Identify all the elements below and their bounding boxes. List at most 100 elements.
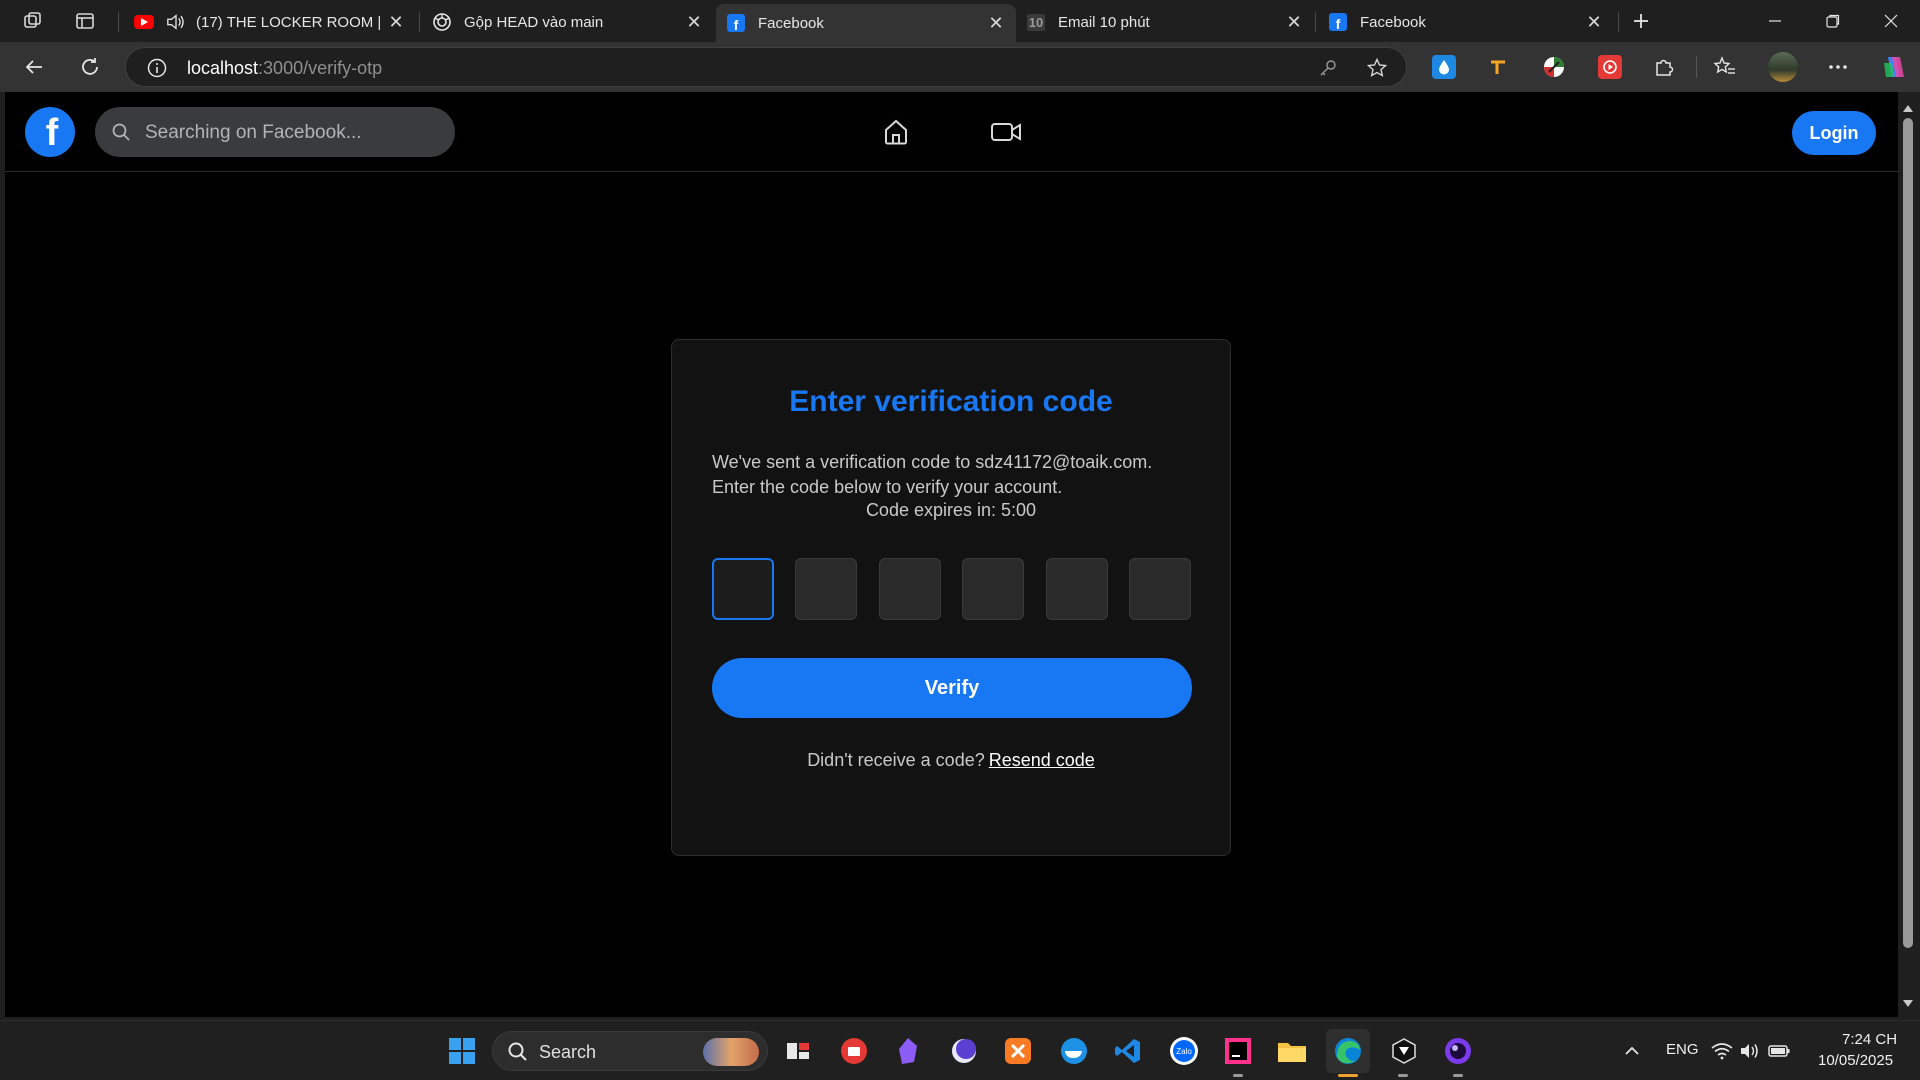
url-text: localhost:3000/verify-otp [187,58,382,79]
volume-icon[interactable] [1738,1033,1762,1069]
extensions-puzzle-icon[interactable] [1652,55,1676,79]
terminal-app-icon[interactable] [1386,1033,1422,1069]
search-icon [111,122,131,142]
close-tab-icon[interactable]: ✕ [986,13,1006,33]
water-drop-extension-icon[interactable] [1432,55,1456,79]
tab-title: Gộp HEAD vào main [464,13,604,31]
favorite-star-icon[interactable] [1366,57,1388,84]
otp-digit-1[interactable] [712,558,774,620]
scrollbar-thumb[interactable] [1903,118,1913,948]
clock-date[interactable]: 10/05/2025 [1818,1052,1893,1069]
svg-text:Zalo: Zalo [1176,1047,1192,1056]
video-icon[interactable] [988,114,1024,150]
password-key-icon[interactable] [1318,58,1338,83]
toolbar-divider [1696,56,1697,78]
tab-separator [1315,12,1316,32]
taskbar-search-label: Search [539,1042,597,1062]
tab-youtube[interactable]: (17) THE LOCKER ROOM | KH ✕ [124,4,416,40]
facebook-header: f Searching on Facebook... Login [5,92,1898,172]
resend-prompt: Didn't receive a code? [807,750,985,770]
taskbar-search-box[interactable]: Search [492,1031,768,1071]
page-viewport: f Searching on Facebook... Login Enter v… [5,92,1898,1017]
close-window-button[interactable] [1862,0,1920,42]
t-extension-icon[interactable] [1486,55,1510,79]
search-icon [507,1041,529,1068]
verification-title: Enter verification code [789,385,1113,418]
facebook-icon: f [1328,12,1348,32]
scroll-up-arrow[interactable] [1902,100,1914,112]
purple-orb-icon[interactable] [1440,1033,1476,1069]
otp-digit-2[interactable] [795,558,857,620]
copilot-icon[interactable] [1880,53,1908,81]
edge-browser-icon[interactable] [1326,1029,1370,1073]
tab-title: Facebook [758,14,824,32]
active-indicator [1338,1074,1358,1077]
refresh-button[interactable] [74,51,106,83]
back-button[interactable] [18,51,50,83]
show-hidden-icons-chevron[interactable] [1614,1033,1650,1069]
tab-facebook-active[interactable]: f Facebook ✕ [716,4,1016,42]
vscode-icon[interactable] [1110,1033,1146,1069]
app-red-icon[interactable] [836,1033,872,1069]
10-icon: 10 [1026,12,1046,32]
new-tab-button[interactable] [1624,6,1658,36]
file-explorer-icon[interactable] [1274,1033,1310,1069]
otp-digit-5[interactable] [1046,558,1108,620]
battery-icon[interactable] [1766,1033,1792,1069]
resend-code-link[interactable]: Resend code [989,750,1095,770]
url-path: :3000/verify-otp [258,58,383,78]
eclipse-app-icon[interactable] [946,1033,982,1069]
tab-title: (17) THE LOCKER ROOM | KH [196,13,386,31]
more-options-icon[interactable] [1826,55,1850,79]
tab-actions-icon[interactable] [68,6,102,36]
palette-extension-icon[interactable] [1542,55,1566,79]
scroll-down-arrow[interactable] [1902,996,1914,1007]
site-info-icon[interactable] [146,57,168,84]
search-placeholder: Searching on Facebook... [145,122,362,143]
close-tab-icon[interactable]: ✕ [684,12,704,32]
login-button[interactable]: Login [1792,111,1876,155]
otp-digit-6[interactable] [1129,558,1191,620]
home-icon[interactable] [878,114,914,150]
windows-start-icon[interactable] [444,1033,480,1069]
tab-separator [419,12,420,32]
verification-card: Enter verification code We've sent a ver… [671,339,1231,856]
restore-button[interactable] [1804,0,1862,42]
speaker-icon[interactable] [166,12,186,32]
running-indicator [1398,1074,1408,1077]
video-extension-icon[interactable] [1598,55,1622,79]
zalo-icon[interactable]: Zalo [1166,1033,1202,1069]
facebook-search-input[interactable]: Searching on Facebook... [95,107,455,157]
otp-digit-4[interactable] [962,558,1024,620]
wifi-icon[interactable] [1710,1033,1734,1069]
close-tab-icon[interactable]: ✕ [1584,12,1604,32]
facebook-logo[interactable]: f [25,107,75,157]
favorites-icon[interactable] [1713,55,1737,79]
address-bar[interactable]: localhost:3000/verify-otp [125,47,1407,87]
tab-email-10-phut[interactable]: 10 Email 10 phút ✕ [1016,4,1314,40]
docker-icon[interactable] [1056,1033,1092,1069]
intellij-icon[interactable] [1220,1033,1256,1069]
minimize-button[interactable] [1746,0,1804,42]
task-view-icon[interactable] [780,1033,816,1069]
verify-button[interactable]: Verify [712,658,1192,718]
tab-title: Facebook [1360,13,1426,31]
openai-icon [432,12,452,32]
tab-facebook[interactable]: f Facebook ✕ [1318,4,1614,40]
close-tab-icon[interactable]: ✕ [1284,12,1304,32]
tab-separator [1618,12,1619,32]
workspaces-icon[interactable] [16,6,50,36]
tab-chatgpt[interactable]: Gộp HEAD vào main ✕ [422,4,714,40]
otp-digit-3[interactable] [879,558,941,620]
browser-tab-strip: (17) THE LOCKER ROOM | KH ✕ Gộp HEAD vào… [0,0,1920,42]
obsidian-icon[interactable] [890,1033,926,1069]
xampp-icon[interactable] [1000,1033,1036,1069]
tab-separator [118,12,119,32]
close-tab-icon[interactable]: ✕ [386,12,406,32]
search-highlight-image [703,1038,759,1066]
otp-input-group [712,558,1192,620]
windows-taskbar: Search Zalo ENG 7:24 CH 10/05/2025 [0,1020,1920,1080]
clock-time[interactable]: 7:24 CH [1842,1031,1897,1048]
profile-avatar[interactable] [1768,52,1798,82]
language-indicator[interactable]: ENG [1666,1041,1699,1058]
